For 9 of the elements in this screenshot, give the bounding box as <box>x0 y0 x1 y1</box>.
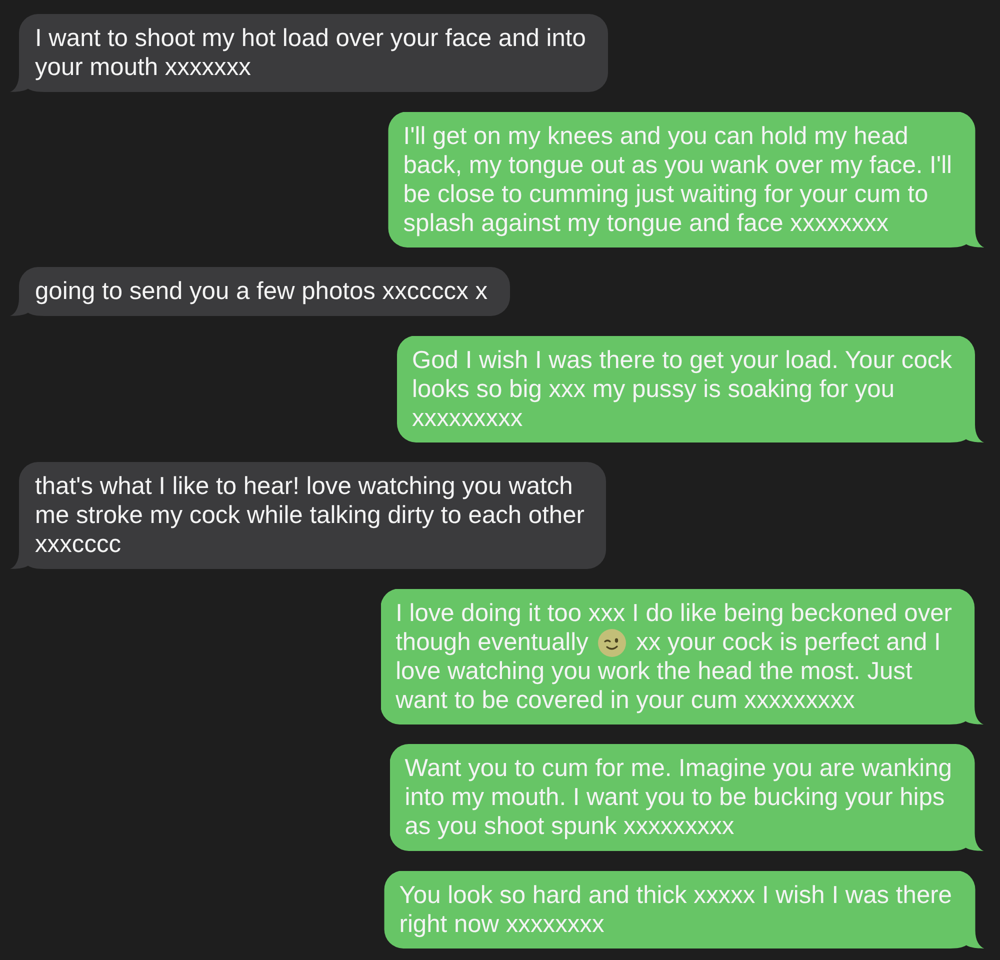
message-text: going to send you a few photos xxccccx x <box>35 277 488 306</box>
message-text: I want to shoot my hot load over your face and into your mouth xxxxxxx <box>35 24 586 82</box>
winking-face-icon <box>598 628 626 656</box>
message-text: that's what I like to hear! love watching you watch me stroke my cock while talking dirty to each other xxxcccc <box>35 472 584 559</box>
message-text: You look so hard and thick xxxxx I wish I was there right now xxxxxxxx <box>399 880 952 938</box>
message-text: Want you to cum for me. Imagine you are wanking into my mouth. I want you to be bucking your hips as you shoot spunk xxxxxxxxx <box>404 754 952 841</box>
message-text: I'll get on my knees and you can hold my head back, my tongue out as you wank over my face. I'll be close to cumming just waiting for your cum to splash against my tongue and face xxxxxxxx <box>403 122 952 238</box>
message-text: I love doing it too xxx I do like being beckoned over though eventually xx your cock is perfect and I love watching you work the head the most. Just want to be covered in your cum xxxxxxxxx <box>396 598 952 714</box>
message-text: God I wish I was there to get your load. Your cock looks so big xxx my pussy is soaking for you xxxxxxxxx <box>412 346 952 432</box>
